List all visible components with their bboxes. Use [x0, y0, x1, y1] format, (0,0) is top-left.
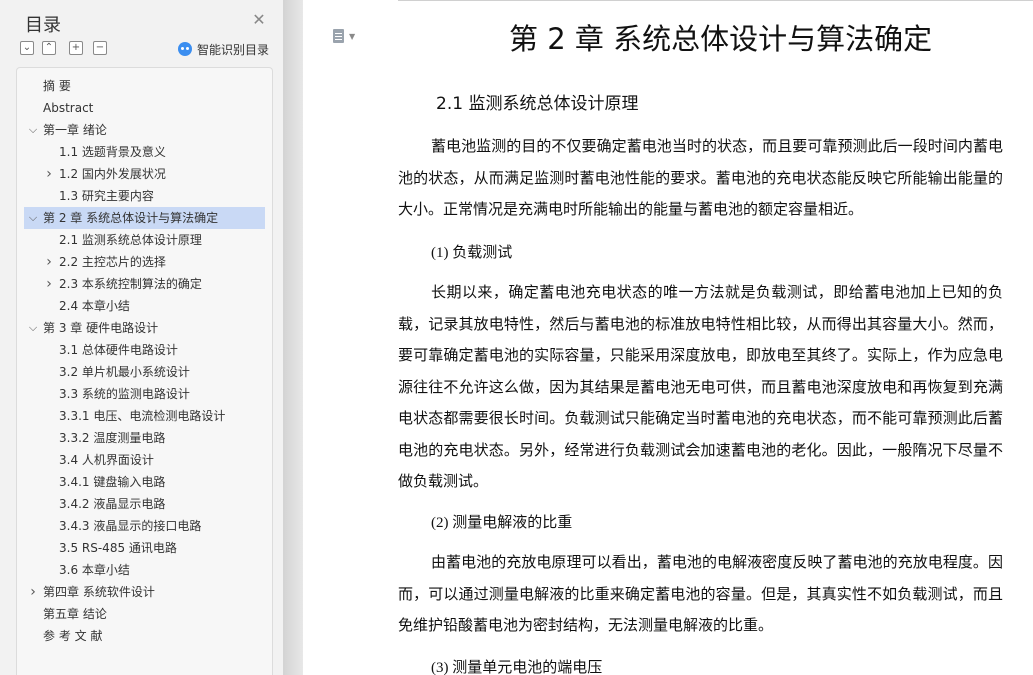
toc-item[interactable]: 摘 要: [17, 75, 272, 97]
paragraph: 蓄电池监测的目的不仅要确定蓄电池当时的状态，而且要可靠预测此后一段时间内蓄电池的…: [398, 137, 1003, 218]
toc-item-label: 摘 要: [43, 79, 71, 93]
expand-all-icon[interactable]: ⌃: [42, 41, 56, 55]
toc-item[interactable]: 3.4.2 液晶显示电路: [17, 493, 272, 515]
toc-item[interactable]: 3.4.1 键盘输入电路: [17, 471, 272, 493]
toc-item-label: 1.2 国内外发展状况: [59, 167, 166, 181]
robot-icon: [178, 42, 192, 56]
toc-item-label: 第 2 章 系统总体设计与算法确定: [43, 211, 219, 225]
chevron-right-icon[interactable]: ›: [43, 163, 55, 185]
toc-list: 摘 要 Abstract ⌵ 第一章 绪论 1.1 选题背景及意义 › 1.2 国内外发展状…: [17, 75, 272, 647]
toc-item[interactable]: ⌵ 第 3 章 硬件电路设计: [17, 317, 272, 339]
toc-item[interactable]: 1.1 选题背景及意义: [17, 141, 272, 163]
toc-item[interactable]: › 1.2 国内外发展状况: [17, 163, 272, 185]
document-icon[interactable]: [333, 29, 344, 43]
toc-item[interactable]: 第五章 结论: [17, 603, 272, 625]
toc-item-label: 参 考 文 献: [43, 629, 103, 643]
paragraph: 长期以来，确定蓄电池充电状态的唯一方法就是负载测试，即给蓄电池加上已知的负载，记…: [398, 283, 1003, 490]
chevron-down-icon[interactable]: ⌵: [27, 317, 39, 339]
toc-item[interactable]: 3.3.1 电压、电流检测电路设计: [17, 405, 272, 427]
chevron-right-icon[interactable]: ›: [27, 581, 39, 603]
toc-item-label: 2.3 本系统控制算法的确定: [59, 277, 202, 291]
chevron-right-icon[interactable]: ›: [43, 273, 55, 295]
toc-item-label: 第四章 系统软件设计: [43, 585, 155, 599]
toc-item[interactable]: 3.5 RS-485 通讯电路: [17, 537, 272, 559]
chevron-down-icon[interactable]: ⌵: [27, 207, 39, 229]
close-icon[interactable]: ✕: [251, 12, 267, 28]
toc-item-label: 2.4 本章小结: [59, 299, 130, 313]
toc-item-label: 3.4 人机界面设计: [59, 453, 154, 467]
toc-item[interactable]: ⌵ 第 2 章 系统总体设计与算法确定: [24, 207, 265, 229]
add-heading-icon[interactable]: +: [69, 41, 83, 55]
subheading-number: (2): [431, 515, 449, 531]
toc-item-label: 3.5 RS-485 通讯电路: [59, 541, 177, 555]
remove-heading-icon[interactable]: −: [93, 41, 107, 55]
toc-item-label: 2.1 监测系统总体设计原理: [59, 233, 202, 247]
toc-item-label: 3.4.2 液晶显示电路: [59, 497, 166, 511]
toc-item[interactable]: › 2.2 主控芯片的选择: [17, 251, 272, 273]
paragraph: 由蓄电池的充放电原理可以看出，蓄电池的电解液密度反映了蓄电池的充放电程度。因而，…: [398, 553, 1003, 634]
smart-toc-button[interactable]: 智能识别目录: [178, 40, 269, 58]
toc-item-label: 1.3 研究主要内容: [59, 189, 154, 203]
subheading-text: 测量单元电池的端电压: [452, 658, 603, 675]
toc-item-label: 3.6 本章小结: [59, 563, 130, 577]
subheading-text: 负载测试: [452, 243, 513, 261]
toc-item-label: 3.4.1 键盘输入电路: [59, 475, 166, 489]
toc-item[interactable]: 参 考 文 献: [17, 625, 272, 647]
toc-item[interactable]: 3.3.2 温度测量电路: [17, 427, 272, 449]
toc-sidebar: 目录 ✕ ⌄ ⌃ + − 智能识别目录 摘 要 Abstract ⌵ 第一章 绪论 1.…: [0, 0, 283, 675]
panel-divider[interactable]: [283, 0, 303, 675]
subheading-text: 测量电解液的比重: [452, 513, 573, 531]
toc-item[interactable]: 1.3 研究主要内容: [17, 185, 272, 207]
toc-item[interactable]: 2.1 监测系统总体设计原理: [17, 229, 272, 251]
subheading-number: (3): [431, 660, 449, 675]
toc-panel: 摘 要 Abstract ⌵ 第一章 绪论 1.1 选题背景及意义 › 1.2 国内外发展状…: [16, 67, 273, 675]
toc-item-label: 3.3 系统的监测电路设计: [59, 387, 190, 401]
subheading-number: (1): [431, 245, 449, 261]
toc-item[interactable]: 3.2 单片机最小系统设计: [17, 361, 272, 383]
section-heading: 2.1 监测系统总体设计原理: [436, 94, 639, 114]
toc-item-label: 1.1 选题背景及意义: [59, 145, 166, 159]
toc-item-label: 3.3.1 电压、电流检测电路设计: [59, 409, 226, 423]
toc-title: 目录: [25, 15, 61, 36]
toc-item[interactable]: 3.6 本章小结: [17, 559, 272, 581]
toc-item[interactable]: Abstract: [17, 97, 272, 119]
toc-item[interactable]: 3.4.3 液晶显示的接口电路: [17, 515, 272, 537]
toc-item-label: 2.2 主控芯片的选择: [59, 255, 166, 269]
subheading: (1) 负载测试: [431, 241, 512, 262]
toc-item-label: 第五章 结论: [43, 607, 107, 621]
toc-item-label: Abstract: [43, 101, 94, 115]
subheading: (2) 测量电解液的比重: [431, 511, 572, 532]
toc-item[interactable]: 2.4 本章小结: [17, 295, 272, 317]
toc-item[interactable]: 3.3 系统的监测电路设计: [17, 383, 272, 405]
subheading: (3) 测量单元电池的端电压: [431, 656, 602, 675]
document-page: ▼ 第 2 章 系统总体设计与算法确定 2.1 监测系统总体设计原理 蓄电池监测…: [303, 0, 1033, 675]
toc-item-label: 第 3 章 硬件电路设计: [43, 321, 159, 335]
toc-item-label: 3.4.3 液晶显示的接口电路: [59, 519, 202, 533]
chevron-down-icon[interactable]: ⌵: [27, 119, 39, 141]
smart-toc-label: 智能识别目录: [197, 42, 270, 57]
toc-item-label: 3.2 单片机最小系统设计: [59, 365, 190, 379]
chapter-heading: 第 2 章 系统总体设计与算法确定: [509, 22, 933, 56]
chevron-down-icon[interactable]: ▼: [349, 32, 355, 41]
toc-item-label: 第一章 绪论: [43, 123, 107, 137]
toc-item[interactable]: 3.1 总体硬件电路设计: [17, 339, 272, 361]
chevron-right-icon[interactable]: ›: [43, 251, 55, 273]
toc-item[interactable]: ⌵ 第一章 绪论: [17, 119, 272, 141]
page-top-border: [398, 0, 1033, 1]
toc-item[interactable]: › 2.3 本系统控制算法的确定: [17, 273, 272, 295]
toc-item-label: 3.1 总体硬件电路设计: [59, 343, 178, 357]
toc-item-label: 3.3.2 温度测量电路: [59, 431, 166, 445]
collapse-all-icon[interactable]: ⌄: [20, 41, 34, 55]
toc-item[interactable]: 3.4 人机界面设计: [17, 449, 272, 471]
toc-item[interactable]: › 第四章 系统软件设计: [17, 581, 272, 603]
